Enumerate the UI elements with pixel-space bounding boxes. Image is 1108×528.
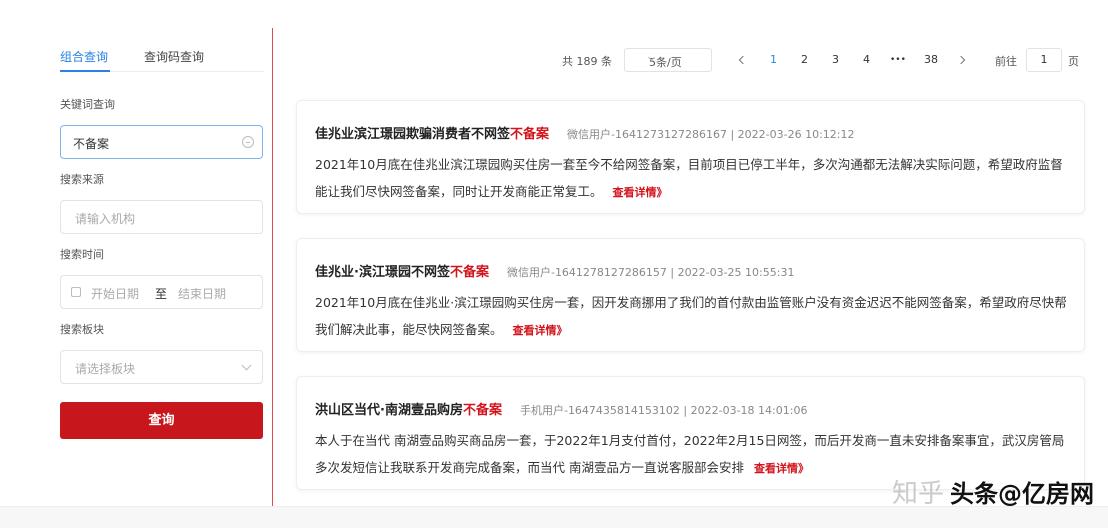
goto-label: 前往 <box>995 55 1017 68</box>
post-card[interactable]: 佳兆业·滨江璟园不网签不备案 微信用户-1641278127286157 | 20… <box>296 238 1085 352</box>
query-button[interactable]: 查询 <box>60 402 263 439</box>
post-body: 2021年10月底在佳兆业·滨江璟园购买住房一套，因开发商挪用了我们的首付款由监… <box>315 289 1067 344</box>
post-header: 佳兆业滨江璟园欺骗消费者不网签不备案 微信用户-1641273127286167 … <box>315 123 855 142</box>
zhihu-watermark: 知乎 <box>891 479 944 509</box>
watermark-handle: @亿房网 <box>998 480 1094 508</box>
view-details-link[interactable]: 查看详情》 <box>513 324 568 337</box>
next-page-icon[interactable] <box>956 55 966 65</box>
view-details-link[interactable]: 查看详情》 <box>613 186 668 199</box>
post-title[interactable]: 佳兆业滨江璟园欺骗消费者不网签 <box>315 127 510 142</box>
post-text: 2021年10月底在佳兆业滨江璟园购买住房一套至今不给网签备案，目前项目已停工半… <box>315 157 1063 199</box>
post-header: 洪山区当代·南湖壹品购房不备案 手机用户-1647435814153102 | 2… <box>315 399 807 418</box>
page-2[interactable]: 2 <box>801 53 808 66</box>
watermark-prefix: 头条 <box>950 480 998 508</box>
post-text: 2021年10月底在佳兆业·滨江璟园购买住房一套，因开发商挪用了我们的首付款由监… <box>315 295 1067 337</box>
board-placeholder: 请选择板块 <box>75 362 136 376</box>
post-meta: 微信用户-1641273127286167 | 2022-03-26 10:12… <box>567 128 855 141</box>
post-text: 本人于在当代 南湖壹品购买商品房一套，于2022年1月支付首付，2022年2月1… <box>315 433 1065 475</box>
date-start-placeholder: 开始日期 <box>91 287 140 301</box>
status-badge: 不备案 <box>510 127 550 142</box>
post-meta: 手机用户-1647435814153102 | 2022-03-18 14:01… <box>519 404 808 417</box>
page-1[interactable]: 1 <box>770 53 777 66</box>
source-input[interactable]: 请输入机构 <box>60 200 263 234</box>
sidebar-divider <box>272 28 273 506</box>
tab-code-query[interactable]: 查询码查询 <box>144 48 204 65</box>
page-ellipsis[interactable]: ••• <box>890 55 906 65</box>
post-body: 2021年10月底在佳兆业滨江璟园购买住房一套至今不给网签备案，目前项目已停工半… <box>315 151 1067 206</box>
tab-combined-query[interactable]: 组合查询 <box>60 48 108 65</box>
page-4[interactable]: 4 <box>863 53 870 66</box>
chevron-down-icon <box>241 360 252 371</box>
source-placeholder: 请输入机构 <box>75 212 136 226</box>
watermark: 知乎 头条@亿房网 <box>892 473 1094 510</box>
keyword-input[interactable]: 不备案 <box>60 125 263 159</box>
view-details-link[interactable]: 查看详情》 <box>754 462 809 475</box>
keyword-label: 关键词查询 <box>60 98 115 111</box>
keyword-value: 不备案 <box>73 137 110 151</box>
post-header: 佳兆业·滨江璟园不网签不备案 微信用户-1641278127286157 | 20… <box>315 261 794 280</box>
active-tab-indicator <box>60 70 110 72</box>
page-38[interactable]: 38 <box>924 53 938 66</box>
page-3[interactable]: 3 <box>832 53 839 66</box>
total-count: 共 189 条 <box>562 55 612 68</box>
date-range-picker[interactable]: 开始日期 至 结束日期 <box>60 275 263 309</box>
page-size-select[interactable]: 5条/页 <box>624 48 712 72</box>
status-badge: 不备案 <box>449 265 489 280</box>
source-label: 搜索来源 <box>60 173 104 186</box>
calendar-icon <box>71 287 81 297</box>
goto-unit: 页 <box>1068 55 1079 68</box>
clear-icon[interactable] <box>242 136 254 148</box>
post-card[interactable]: 佳兆业滨江璟园欺骗消费者不网签不备案 微信用户-1641273127286167 … <box>296 100 1085 214</box>
post-meta: 微信用户-1641278127286157 | 2022-03-25 10:55… <box>506 266 795 279</box>
search-tabs: 组合查询 查询码查询 <box>60 44 264 72</box>
board-select[interactable]: 请选择板块 <box>60 350 263 384</box>
time-label: 搜索时间 <box>60 248 104 261</box>
search-sidebar: 组合查询 查询码查询 关键词查询 不备案 搜索来源 请输入机构 搜索时间 开始日… <box>0 0 273 528</box>
status-badge: 不备案 <box>462 403 502 418</box>
goto-page-input[interactable]: 1 <box>1026 48 1062 72</box>
post-title[interactable]: 佳兆业·滨江璟园不网签 <box>315 265 450 280</box>
prev-page-icon[interactable] <box>738 55 748 65</box>
board-label: 搜索板块 <box>60 323 104 336</box>
date-end-placeholder: 结束日期 <box>178 287 227 301</box>
post-title[interactable]: 洪山区当代·南湖壹品购房 <box>315 403 463 418</box>
date-separator: 至 <box>155 287 168 301</box>
